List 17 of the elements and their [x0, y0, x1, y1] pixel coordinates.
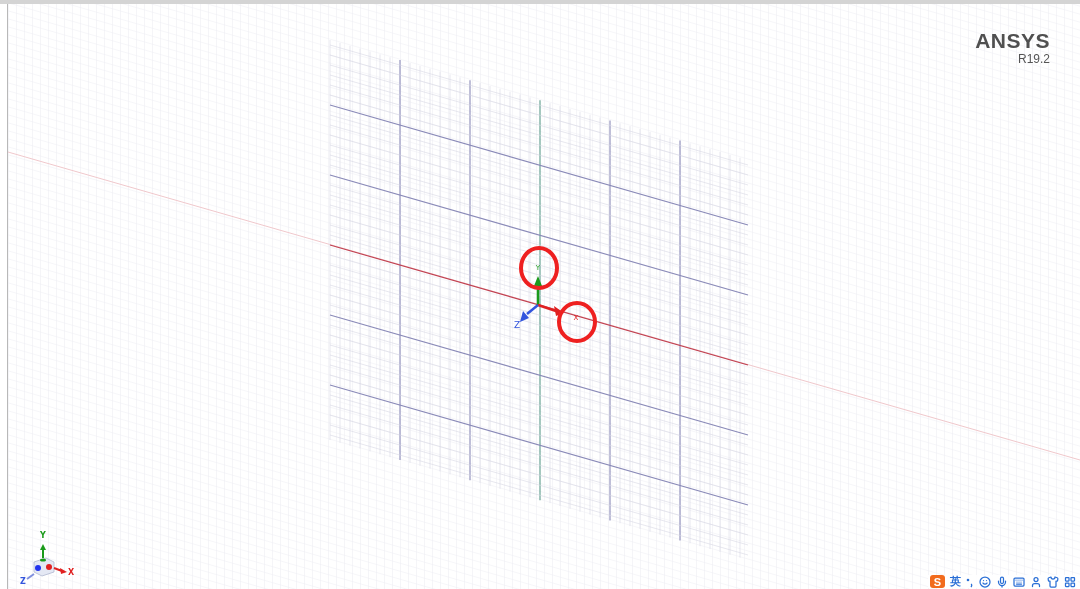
- shirt-icon[interactable]: [1047, 575, 1059, 588]
- grid-icon[interactable]: [1064, 575, 1076, 588]
- view-triad-icon: [26, 544, 67, 580]
- axis-label: Y: [40, 531, 46, 540]
- emoji-icon[interactable]: [979, 575, 991, 588]
- axis-label: Z: [513, 320, 521, 330]
- product-logo: ANSYS: [975, 30, 1050, 52]
- axis-label: X: [67, 568, 75, 577]
- highlight-circle: [557, 301, 597, 343]
- ime-logo[interactable]: S: [930, 575, 945, 588]
- input-mode-toggle[interactable]: 英: [950, 575, 961, 588]
- highlight-circle: [519, 246, 559, 290]
- user-icon[interactable]: [1030, 575, 1042, 588]
- keyboard-icon[interactable]: [1013, 575, 1025, 588]
- microphone-icon[interactable]: [996, 575, 1008, 588]
- axis-label: Z: [20, 577, 26, 586]
- version-label: R19.2: [1017, 52, 1050, 66]
